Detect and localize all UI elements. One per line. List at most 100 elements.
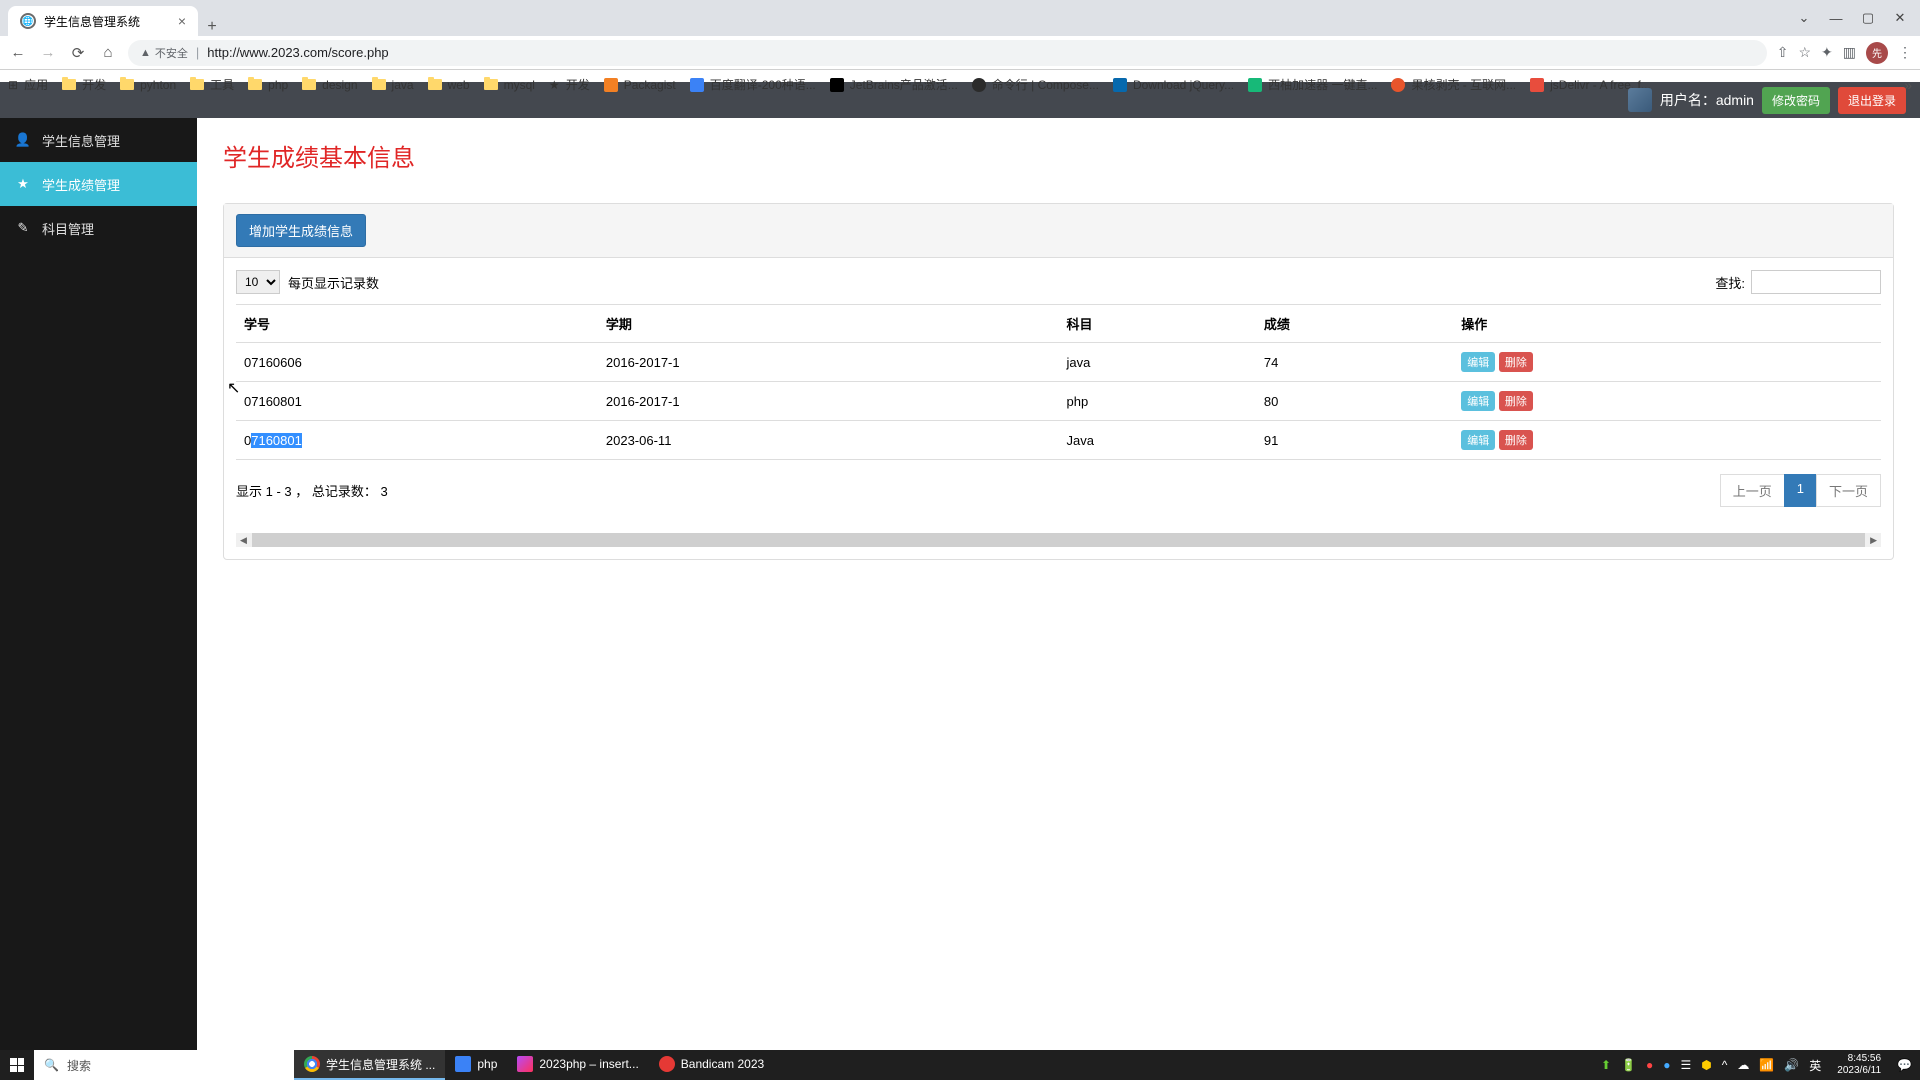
- sidebar-item-subject-mgmt[interactable]: ✎ 科目管理: [0, 206, 197, 250]
- forward-icon[interactable]: →: [38, 44, 58, 61]
- new-tab-button[interactable]: +: [198, 18, 226, 36]
- change-password-button[interactable]: 修改密码: [1762, 87, 1830, 114]
- chevron-up-icon[interactable]: ^: [1722, 1058, 1728, 1072]
- bookmark-item[interactable]: Download jQuery...: [1113, 78, 1234, 92]
- browser-tab[interactable]: 🌐 学生信息管理系统 ×: [8, 6, 198, 36]
- next-page-button[interactable]: 下一页: [1816, 474, 1881, 507]
- bookmark-folder[interactable]: web: [428, 78, 470, 92]
- delete-button[interactable]: 删除: [1499, 352, 1533, 372]
- tray-icon[interactable]: ●: [1646, 1058, 1653, 1072]
- bookmark-folder[interactable]: java: [372, 78, 414, 92]
- content-area: 学生成绩基本信息 增加学生成绩信息 10 每页显示记录数 查找:: [197, 118, 1920, 1050]
- add-score-button[interactable]: 增加学生成绩信息: [236, 214, 366, 247]
- chevron-down-icon[interactable]: ⌄: [1790, 8, 1818, 28]
- start-button[interactable]: [0, 1050, 34, 1080]
- globe-icon: 🌐: [20, 13, 36, 29]
- pagination: 上一页 1 下一页: [1721, 474, 1881, 507]
- bookmark-folder[interactable]: php: [248, 78, 288, 92]
- bookmark-item[interactable]: 西柚加速器 一键直...: [1248, 76, 1377, 93]
- bookmark-folder[interactable]: 工具: [190, 76, 234, 93]
- taskbar-app-php[interactable]: php: [445, 1050, 507, 1080]
- onedrive-icon[interactable]: ☁: [1737, 1058, 1749, 1072]
- apps-icon[interactable]: ⊞ 应用: [8, 76, 48, 93]
- cell-term: 2023-06-11: [598, 421, 1059, 460]
- scroll-left-icon[interactable]: ◀: [240, 535, 247, 546]
- bookmark-folder[interactable]: pyhton: [120, 78, 176, 92]
- profile-avatar[interactable]: 先: [1866, 42, 1888, 64]
- notifications-icon[interactable]: 💬: [1897, 1058, 1912, 1072]
- page-number-button[interactable]: 1: [1784, 474, 1817, 507]
- sidebar-item-score-mgmt[interactable]: ★ 学生成绩管理: [0, 162, 197, 206]
- close-icon[interactable]: ×: [178, 13, 186, 29]
- url-bar[interactable]: ▲ 不安全 | http://www.2023.com/score.php: [128, 40, 1767, 66]
- tray-icon[interactable]: ⬆: [1601, 1058, 1611, 1072]
- pencil-icon: ✎: [14, 220, 32, 236]
- records-info: 显示 1 - 3 ， 总记录数： 3: [236, 481, 388, 500]
- bookmark-item[interactable]: Packagist: [604, 78, 676, 92]
- menu-icon[interactable]: ⋮: [1898, 44, 1912, 61]
- horizontal-scrollbar[interactable]: ◀ ▶: [236, 533, 1881, 547]
- bookmark-folder[interactable]: mysql: [484, 78, 535, 92]
- user-avatar: [1628, 88, 1652, 112]
- taskbar-app-phpstorm[interactable]: 2023php – insert...: [507, 1050, 648, 1080]
- tray-icon[interactable]: ●: [1663, 1058, 1670, 1072]
- table-row: 07160606 2016-2017-1 java 74 编辑 删除: [236, 343, 1881, 382]
- taskbar-app-chrome[interactable]: 学生信息管理系统 ...: [294, 1050, 445, 1080]
- phpstorm-icon: [517, 1056, 533, 1072]
- tray-icon[interactable]: ☰: [1680, 1058, 1691, 1072]
- cell-student-id: 07160801: [236, 382, 598, 421]
- taskbar-app-bandicam[interactable]: Bandicam 2023: [649, 1050, 774, 1080]
- edit-button[interactable]: 编辑: [1461, 391, 1495, 411]
- edit-button[interactable]: 编辑: [1461, 352, 1495, 372]
- panel-header: 增加学生成绩信息: [224, 204, 1893, 258]
- browser-chrome: 🌐 学生信息管理系统 × + ⌄ — ▢ ✕ ← → ⟳ ⌂ ▲ 不安全 | h…: [0, 0, 1920, 82]
- per-page-select[interactable]: 10: [236, 270, 280, 294]
- edit-button[interactable]: 编辑: [1461, 430, 1495, 450]
- bookmark-item[interactable]: 命令行 | Compose...: [972, 76, 1099, 93]
- cell-score: 74: [1256, 343, 1453, 382]
- bookmark-item[interactable]: 果核剥壳 - 互联网...: [1391, 76, 1516, 93]
- back-icon[interactable]: ←: [8, 44, 28, 61]
- col-term[interactable]: 学期: [598, 305, 1059, 343]
- panel: 增加学生成绩信息 10 每页显示记录数 查找: 学号: [223, 203, 1894, 560]
- bookmark-item[interactable]: 百度翻译-200种语...: [690, 76, 816, 93]
- bookmark-item[interactable]: ★ 开发: [549, 76, 590, 93]
- panel-icon[interactable]: ▥: [1843, 44, 1856, 61]
- battery-icon[interactable]: 🔋: [1621, 1058, 1636, 1072]
- star-icon: ★: [14, 176, 32, 192]
- wifi-icon[interactable]: 📶: [1759, 1058, 1774, 1072]
- delete-button[interactable]: 删除: [1499, 391, 1533, 411]
- home-icon[interactable]: ⌂: [98, 44, 118, 61]
- bookmark-folder[interactable]: 开发: [62, 76, 106, 93]
- col-subject[interactable]: 科目: [1058, 305, 1255, 343]
- ime-icon[interactable]: 英: [1809, 1057, 1821, 1074]
- search-input[interactable]: [1751, 270, 1881, 294]
- logout-button[interactable]: 退出登录: [1838, 87, 1906, 114]
- tray-icon[interactable]: ⬢: [1701, 1058, 1711, 1072]
- folder-icon: [455, 1056, 471, 1072]
- sidebar-item-student-info[interactable]: 👤 学生信息管理: [0, 118, 197, 162]
- minimize-icon[interactable]: —: [1822, 8, 1850, 28]
- taskbar-search[interactable]: 🔍 搜索: [34, 1050, 294, 1080]
- bookmark-folder[interactable]: design: [302, 78, 357, 92]
- col-score[interactable]: 成绩: [1256, 305, 1453, 343]
- scroll-right-icon[interactable]: ▶: [1870, 535, 1877, 546]
- close-window-icon[interactable]: ✕: [1886, 8, 1914, 28]
- reload-icon[interactable]: ⟳: [68, 44, 88, 62]
- extensions-icon[interactable]: ✦: [1821, 44, 1833, 61]
- taskbar-clock[interactable]: 8:45:56 2023/6/11: [1831, 1053, 1887, 1077]
- col-student-id[interactable]: 学号: [236, 305, 598, 343]
- share-icon[interactable]: ⇧: [1777, 44, 1789, 61]
- star-icon[interactable]: ☆: [1798, 44, 1811, 61]
- sidebar-item-label: 学生信息管理: [42, 131, 120, 150]
- prev-page-button[interactable]: 上一页: [1720, 474, 1785, 507]
- selected-text: 7160801: [251, 433, 302, 448]
- bookmark-item[interactable]: JetBrains产品激活...: [830, 76, 958, 93]
- chrome-icon: [304, 1056, 320, 1072]
- maximize-icon[interactable]: ▢: [1854, 8, 1882, 28]
- cell-subject: Java: [1058, 421, 1255, 460]
- delete-button[interactable]: 删除: [1499, 430, 1533, 450]
- address-bar-row: ← → ⟳ ⌂ ▲ 不安全 | http://www.2023.com/scor…: [0, 36, 1920, 70]
- sidebar-item-label: 学生成绩管理: [42, 175, 120, 194]
- volume-icon[interactable]: 🔊: [1784, 1058, 1799, 1072]
